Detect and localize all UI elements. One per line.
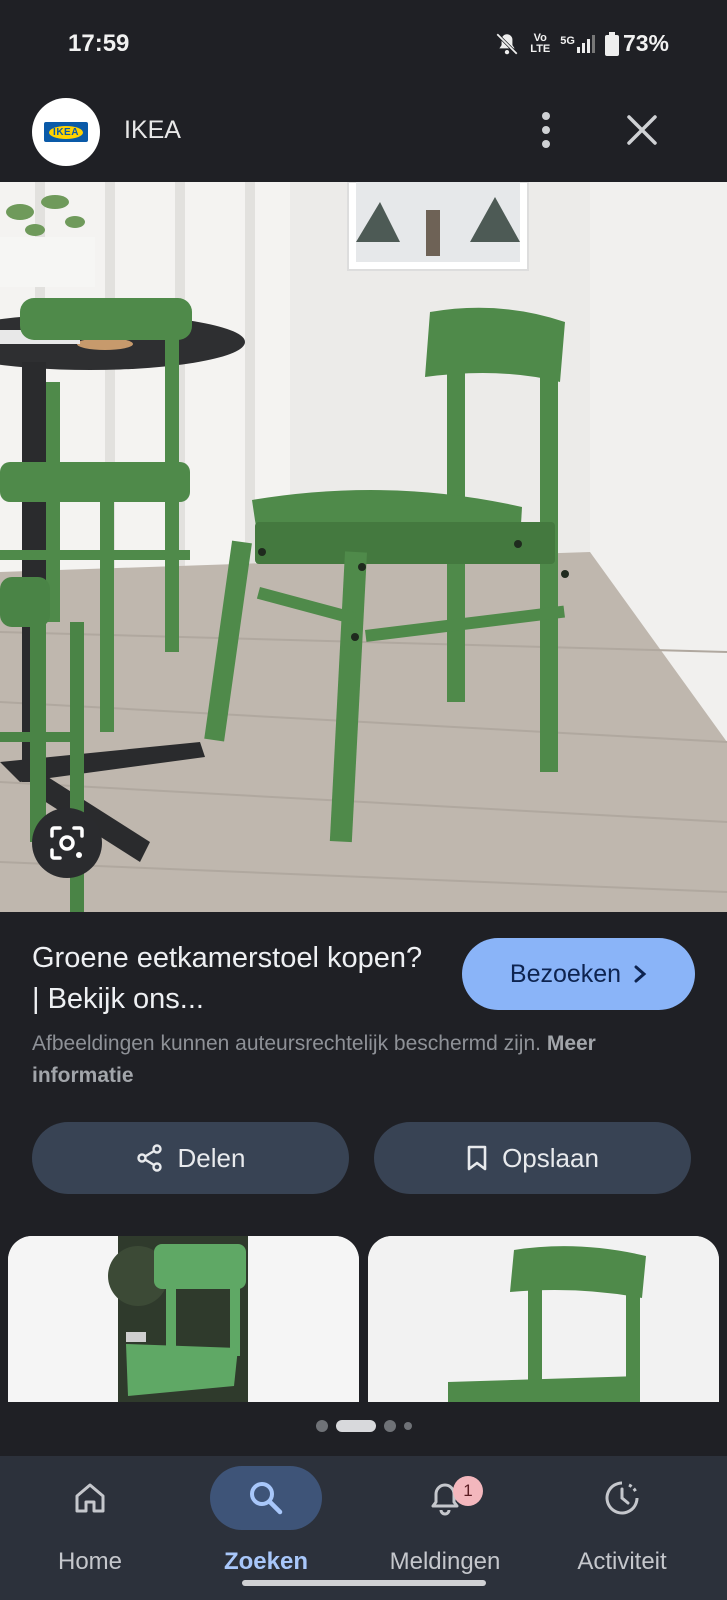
nav-activity-icon-wrap [566, 1466, 678, 1530]
notification-badge: 1 [453, 1476, 483, 1506]
close-icon[interactable] [622, 110, 662, 150]
copyright-text: Afbeeldingen kunnen auteursrechtelijk be… [32, 1032, 541, 1055]
nav-home-label: Home [57, 1548, 123, 1575]
activity-history-icon [605, 1481, 639, 1515]
share-button[interactable]: Delen [32, 1122, 349, 1194]
battery-icon [604, 31, 619, 56]
carousel-dot-active [335, 1420, 376, 1432]
nav-search[interactable]: Zoeken [176, 1456, 356, 1600]
signal-type: 5G [560, 34, 575, 47]
gesture-bar[interactable] [242, 1580, 486, 1586]
copyright-notice: Afbeeldingen kunnen auteursrechtelijk be… [32, 1028, 697, 1092]
visit-button[interactable]: Bezoeken [462, 938, 695, 1010]
lens-camera-icon [50, 826, 84, 860]
more-options-icon[interactable] [538, 110, 574, 150]
related-chair-photo [368, 1236, 719, 1402]
nav-home[interactable]: Home [0, 1456, 180, 1600]
status-bar: 17:59 Vo LTE 5G 73% [0, 0, 727, 90]
carousel-dot [403, 1422, 412, 1430]
related-chair-photo [8, 1236, 359, 1402]
bookmark-icon [467, 1145, 487, 1171]
volte-top: Vo [533, 31, 547, 44]
signal-icon: 5G [560, 34, 595, 53]
related-images [8, 1236, 719, 1402]
carousel-dot [383, 1420, 396, 1432]
share-label: Delen [177, 1142, 246, 1173]
result-header: IKEA IKEA [0, 92, 727, 182]
battery-level: 73% [622, 30, 669, 56]
save-button[interactable]: Opslaan [374, 1122, 691, 1194]
chevron-right-icon [634, 965, 647, 983]
site-logo[interactable]: IKEA [32, 98, 100, 166]
nav-activity-label: Activiteit [577, 1548, 667, 1575]
share-icon [136, 1144, 162, 1172]
lens-button[interactable] [32, 808, 102, 878]
site-name[interactable]: IKEA [124, 116, 181, 145]
nav-notifications[interactable]: 1 Meldingen [355, 1456, 535, 1600]
status-time: 17:59 [68, 30, 130, 57]
bottom-navigation: Home Zoeken 1 Meldingen Activiteit [0, 1456, 727, 1600]
related-image-card[interactable] [368, 1236, 719, 1402]
volte-indicator: Vo LTE [530, 31, 551, 55]
muted-bell-icon [496, 32, 519, 55]
volte-bottom: LTE [530, 42, 551, 55]
related-image-card[interactable] [8, 1236, 359, 1402]
visit-label: Bezoeken [509, 959, 622, 988]
status-icons: Vo LTE 5G 73% [494, 30, 669, 57]
logo-text: IKEA [49, 125, 83, 139]
chair-photo [0, 182, 727, 912]
nav-search-icon-wrap [210, 1466, 322, 1530]
preview-image[interactable] [0, 182, 727, 912]
ikea-logo-icon: IKEA [44, 122, 88, 142]
nav-notifications-label: Meldingen [389, 1548, 501, 1575]
save-label: Opslaan [502, 1142, 599, 1173]
home-icon [75, 1483, 105, 1513]
nav-search-label: Zoeken [223, 1548, 309, 1575]
nav-home-icon-wrap [34, 1466, 146, 1530]
carousel-dot [315, 1420, 328, 1432]
carousel-indicator [0, 1420, 727, 1432]
nav-notifications-icon-wrap: 1 [389, 1466, 501, 1530]
nav-activity[interactable]: Activiteit [532, 1456, 712, 1600]
result-title[interactable]: Groene eetkamerstoel kopen? | Bekijk ons… [32, 938, 432, 1020]
search-icon [250, 1482, 283, 1515]
